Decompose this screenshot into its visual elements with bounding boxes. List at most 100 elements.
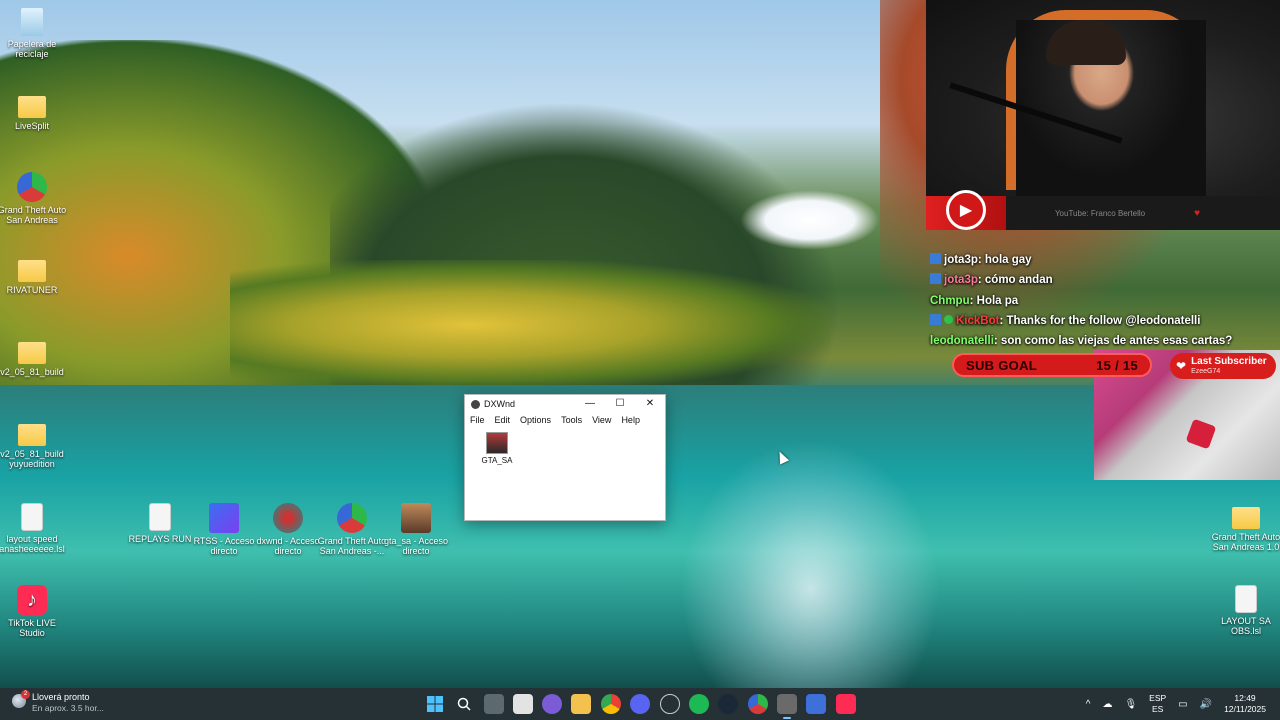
chat-text: : cómo andan bbox=[977, 274, 1053, 287]
last-subscriber-name: EzeeG74 bbox=[1191, 367, 1221, 375]
desktop-icon-gta-sa-exe[interactable]: gta_sa - Acceso directo bbox=[380, 503, 452, 556]
desktop-icon-rivatuner[interactable]: RIVATUNER bbox=[0, 256, 68, 295]
desktop-icon-layout-sa-obs[interactable]: LAYOUT SA OBS.lsl bbox=[1210, 585, 1280, 636]
chat-username: jota3p bbox=[944, 274, 978, 287]
desktop-icon-label: Papelera de reciclaje bbox=[7, 39, 57, 59]
desktop-icon-layout-speed[interactable]: layout speed anasheeeeee.lsl bbox=[0, 503, 68, 554]
close-button[interactable]: ✕ bbox=[635, 395, 665, 413]
desktop-icon-build[interactable]: v2_05_81_build bbox=[0, 338, 68, 377]
desktop-icon-rtss[interactable]: RTSS - Acceso directo bbox=[188, 503, 260, 556]
desktop-icon-gta-sa-shortcut[interactable]: Grand Theft Auto San Andreas -... bbox=[316, 503, 388, 556]
menu-edit[interactable]: Edit bbox=[495, 415, 511, 426]
chat-username: Chmpu bbox=[930, 294, 970, 307]
tiktok-icon bbox=[17, 585, 47, 615]
heart-icon: ❤ bbox=[1176, 359, 1187, 373]
file-icon bbox=[1235, 585, 1257, 613]
dxwnd-window[interactable]: DXWnd — ☐ ✕ File Edit Options Tools View… bbox=[464, 394, 666, 521]
rain-cloud-icon: 2 bbox=[12, 690, 30, 708]
program-entry-label: GTA_SA bbox=[481, 456, 513, 465]
taskbar-monitor[interactable] bbox=[806, 694, 826, 714]
chat-username: KickBot bbox=[956, 314, 1000, 327]
chat-username: leodonatelli bbox=[930, 335, 994, 348]
chat-text: : hola gay bbox=[977, 254, 1032, 266]
chat-message: KickBot: Thanks for the follow @leodonat… bbox=[930, 311, 1280, 331]
taskbar-obs[interactable] bbox=[660, 694, 680, 714]
kick-badge-icon bbox=[930, 273, 941, 285]
game-car bbox=[1185, 418, 1217, 450]
chat-message: Chmpu: Hola pa bbox=[930, 291, 1280, 311]
verified-bot-icon bbox=[944, 314, 953, 324]
search-button[interactable] bbox=[454, 694, 474, 714]
menu-help[interactable]: Help bbox=[621, 415, 640, 426]
wallpaper-cloud bbox=[740, 190, 880, 250]
task-view-button[interactable] bbox=[484, 694, 504, 714]
desktop-icon-label: layout speed anasheeeeee.lsl bbox=[0, 534, 65, 554]
network-icon[interactable]: ▭ bbox=[1178, 699, 1187, 710]
menu-file[interactable]: File bbox=[470, 415, 485, 426]
search-icon bbox=[457, 697, 471, 711]
taskbar-store[interactable] bbox=[513, 694, 533, 714]
chat-username: jota3p bbox=[944, 254, 978, 266]
chat-text: : Thanks for the follow @leodonatelli bbox=[999, 314, 1201, 327]
desktop-icon-label: LiveSplit bbox=[14, 121, 50, 131]
webcam-overlay bbox=[926, 0, 1280, 196]
keyboard-code: ES bbox=[1151, 704, 1164, 714]
sub-goal-label: SUB GOAL bbox=[966, 357, 1038, 373]
desktop-icon-dxwnd[interactable]: dxwnd - Acceso directo bbox=[252, 503, 324, 556]
minimize-button[interactable]: — bbox=[575, 395, 605, 413]
cloud-icon[interactable]: ☁ bbox=[1102, 699, 1112, 710]
clock-time: 12:49 bbox=[1234, 693, 1256, 703]
rtss-icon bbox=[209, 503, 239, 533]
desktop-icon-label: Grand Theft Auto San Andreas 1.0 bbox=[1211, 532, 1280, 552]
folder-icon bbox=[1232, 507, 1260, 529]
window-titlebar[interactable]: DXWnd — ☐ ✕ bbox=[465, 395, 665, 413]
menu-options[interactable]: Options bbox=[520, 415, 551, 426]
menu-view[interactable]: View bbox=[592, 415, 611, 426]
volume-icon[interactable]: 🔊 bbox=[1200, 699, 1212, 710]
folder-icon bbox=[18, 96, 46, 118]
folder-icon bbox=[18, 260, 46, 282]
gta-icon bbox=[337, 503, 367, 533]
desktop-icon-gta-sa[interactable]: Grand Theft Auto San Andreas bbox=[0, 172, 68, 225]
taskbar-tiktok[interactable] bbox=[836, 694, 856, 714]
weather-subtitle: En aprox. 3.5 hor... bbox=[32, 703, 104, 713]
start-button[interactable] bbox=[425, 694, 445, 714]
wallpaper-reflection bbox=[680, 440, 940, 688]
desktop-icon-tiktok-live[interactable]: TikTok LIVE Studio bbox=[0, 585, 68, 638]
taskbar-chrome[interactable] bbox=[601, 694, 621, 714]
desktop-icon-gta-sa-folder[interactable]: Grand Theft Auto San Andreas 1.0 bbox=[1210, 503, 1280, 552]
taskbar-gta[interactable] bbox=[748, 694, 768, 714]
desktop-icon-label: dxwnd - Acceso directo bbox=[256, 536, 320, 556]
sub-goal-bar: SUB GOAL 15 / 15 bbox=[952, 353, 1152, 377]
heart-icon: ♥ bbox=[1194, 207, 1200, 219]
tray-overflow-button[interactable]: ^ bbox=[1086, 699, 1091, 710]
desktop-icon-recycle-bin[interactable]: Papelera de reciclaje bbox=[0, 8, 68, 59]
taskbar-file-explorer[interactable] bbox=[571, 694, 591, 714]
file-icon bbox=[149, 503, 171, 531]
desktop-icon-label: gta_sa - Acceso directo bbox=[383, 536, 449, 556]
program-entry-gta-sa[interactable]: GTA_SA bbox=[479, 432, 515, 465]
gta-sa-thumbnail-icon bbox=[486, 432, 508, 454]
menu-bar: File Edit Options Tools View Help bbox=[465, 413, 665, 428]
last-subscriber-label: Last Subscriber bbox=[1191, 355, 1267, 367]
taskbar-steam[interactable] bbox=[718, 694, 738, 714]
language-indicator[interactable]: ESP ES bbox=[1149, 693, 1166, 715]
desktop-icon-label: RIVATUNER bbox=[6, 285, 58, 295]
maximize-button[interactable]: ☐ bbox=[605, 395, 635, 413]
menu-tools[interactable]: Tools bbox=[561, 415, 582, 426]
taskbar-cortana[interactable] bbox=[542, 694, 562, 714]
window-title: DXWnd bbox=[484, 399, 516, 409]
taskbar-dxwnd[interactable] bbox=[777, 694, 797, 719]
desktop-icon-label: LAYOUT SA OBS.lsl bbox=[1221, 616, 1271, 636]
clock[interactable]: 12:49 12/11/2025 bbox=[1224, 693, 1266, 715]
gta-sa-icon bbox=[401, 503, 431, 533]
taskbar-spotify[interactable] bbox=[689, 694, 709, 714]
weather-widget[interactable]: 2 Lloverá pronto En aprox. 3.5 hor... bbox=[12, 690, 104, 714]
desktop-icon-livesplit[interactable]: LiveSplit bbox=[0, 92, 68, 131]
taskbar-discord[interactable] bbox=[630, 694, 650, 714]
desktop-icon-build-yuyu[interactable]: v2_05_81_build yuyuedition bbox=[0, 420, 68, 469]
microphone-icon[interactable]: 🎙 bbox=[1124, 699, 1137, 710]
desktop-icon-label: Grand Theft Auto San Andreas bbox=[0, 205, 67, 225]
desktop-icon-replays-run[interactable]: REPLAYS RUN bbox=[124, 503, 196, 544]
chat-overlay: jota3p: hola gay jota3p: cómo andan Chmp… bbox=[930, 250, 1280, 351]
